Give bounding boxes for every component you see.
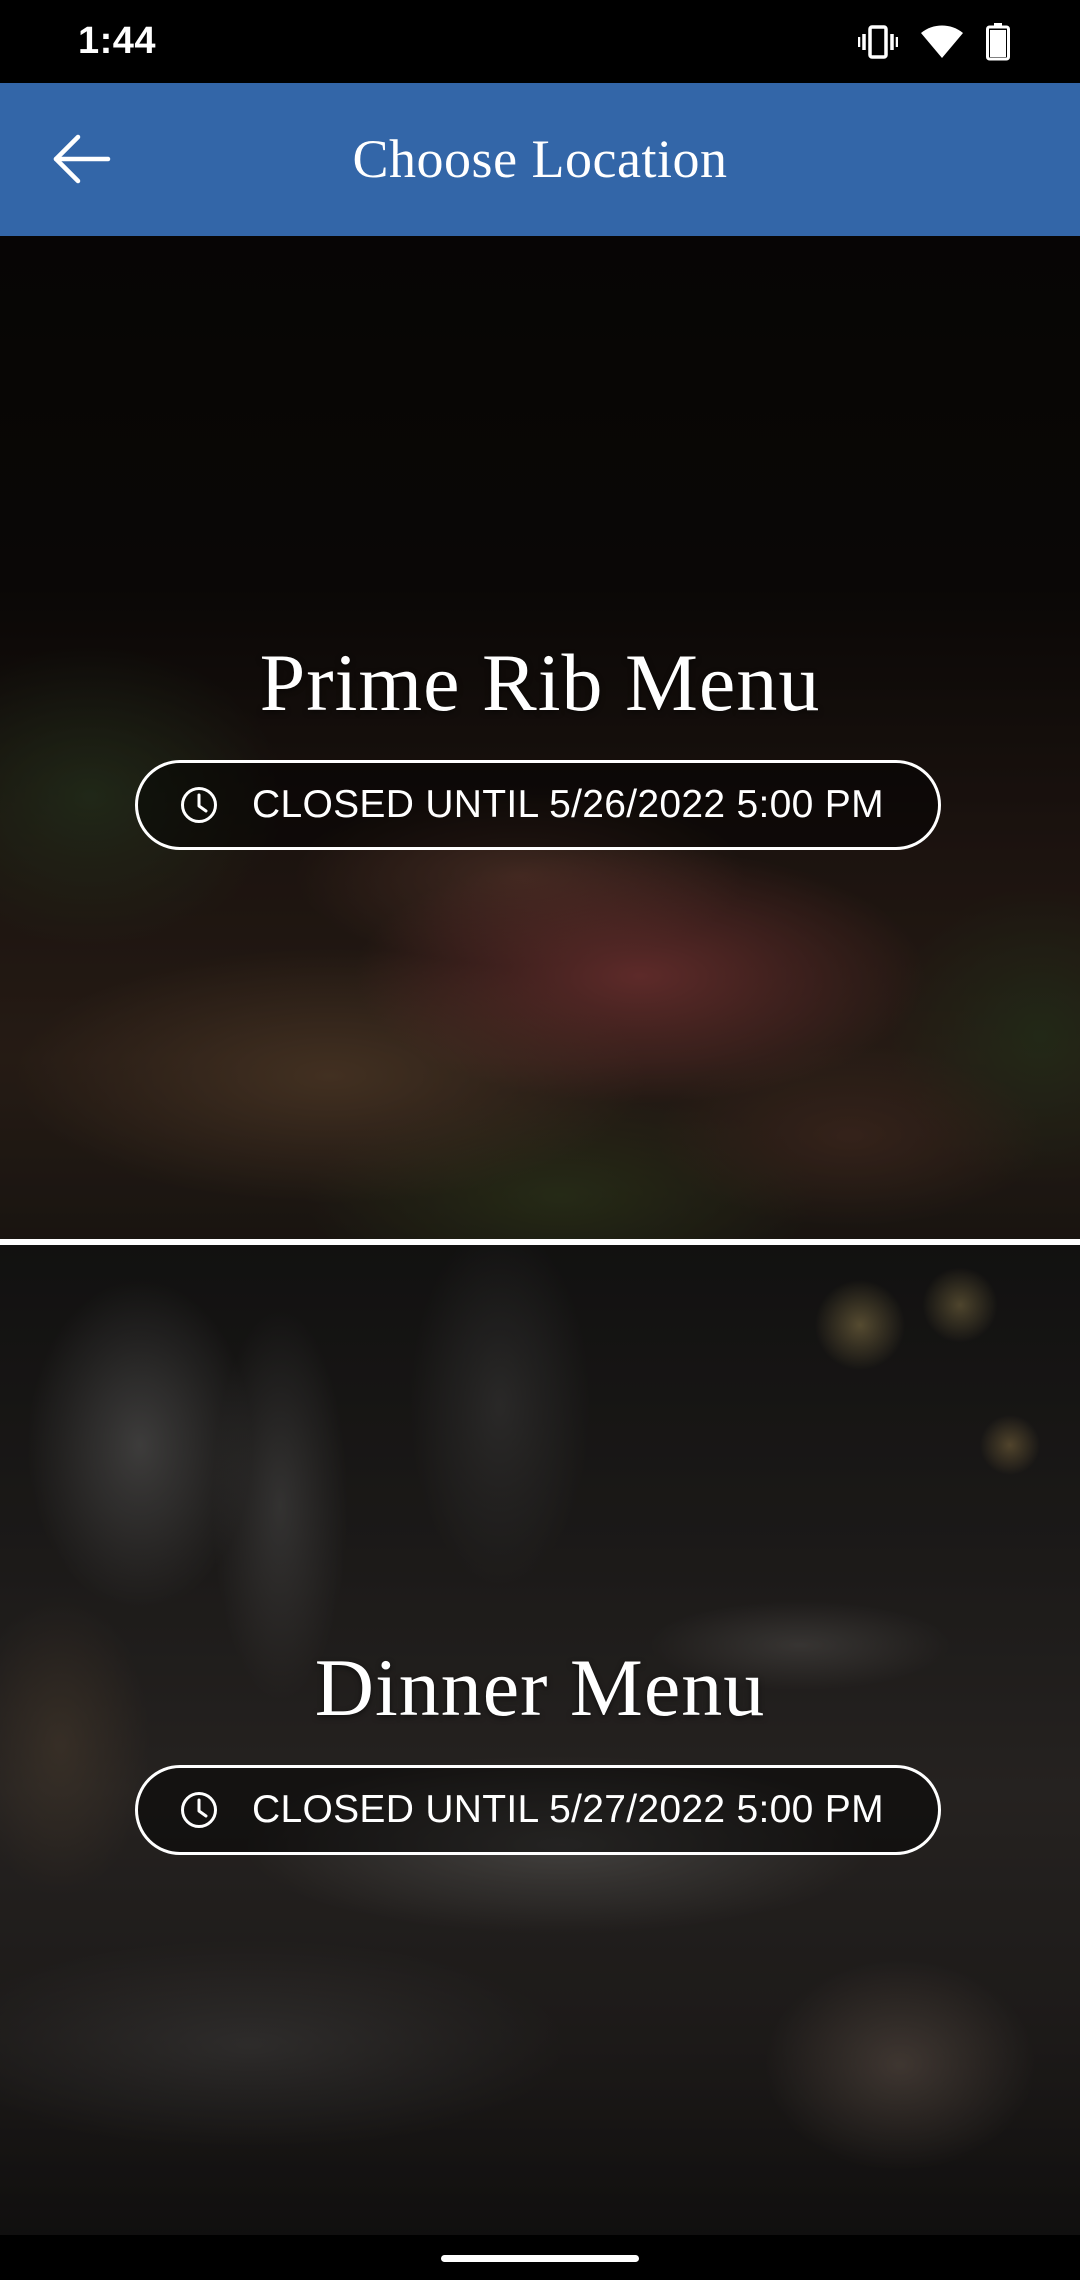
- clock-icon: [178, 1789, 220, 1831]
- location-title: Prime Rib Menu: [259, 637, 821, 728]
- status-icons: [858, 22, 1010, 62]
- location-card-prime-rib-menu[interactable]: Prime Rib Menu CLOSED UNTIL 5/26/2022 5:…: [0, 236, 1080, 1239]
- page-title: Choose Location: [352, 129, 728, 189]
- battery-icon: [986, 23, 1010, 61]
- closed-status-text: CLOSED UNTIL 5/26/2022 5:00 PM: [252, 783, 884, 826]
- card-overlay: [0, 236, 1080, 1239]
- navigation-bar: [0, 2235, 1080, 2280]
- location-title: Dinner Menu: [314, 1642, 766, 1733]
- closed-status-badge: CLOSED UNTIL 5/27/2022 5:00 PM: [135, 1765, 941, 1855]
- closed-status-badge: CLOSED UNTIL 5/26/2022 5:00 PM: [135, 760, 941, 850]
- choose-location-screen: 1:44 Choose Location Prime Rib Menu CLOS…: [0, 0, 1080, 2280]
- closed-status-text: CLOSED UNTIL 5/27/2022 5:00 PM: [252, 1788, 884, 1831]
- vibrate-icon: [858, 24, 898, 60]
- clock-icon: [178, 784, 220, 826]
- status-bar: 1:44: [0, 0, 1080, 83]
- location-card-dinner-menu[interactable]: Dinner Menu CLOSED UNTIL 5/27/2022 5:00 …: [0, 1245, 1080, 2235]
- status-time: 1:44: [78, 20, 157, 62]
- wifi-icon: [920, 25, 964, 59]
- home-indicator[interactable]: [441, 2255, 639, 2262]
- app-bar: Choose Location: [0, 83, 1080, 236]
- card-overlay: [0, 1245, 1080, 2235]
